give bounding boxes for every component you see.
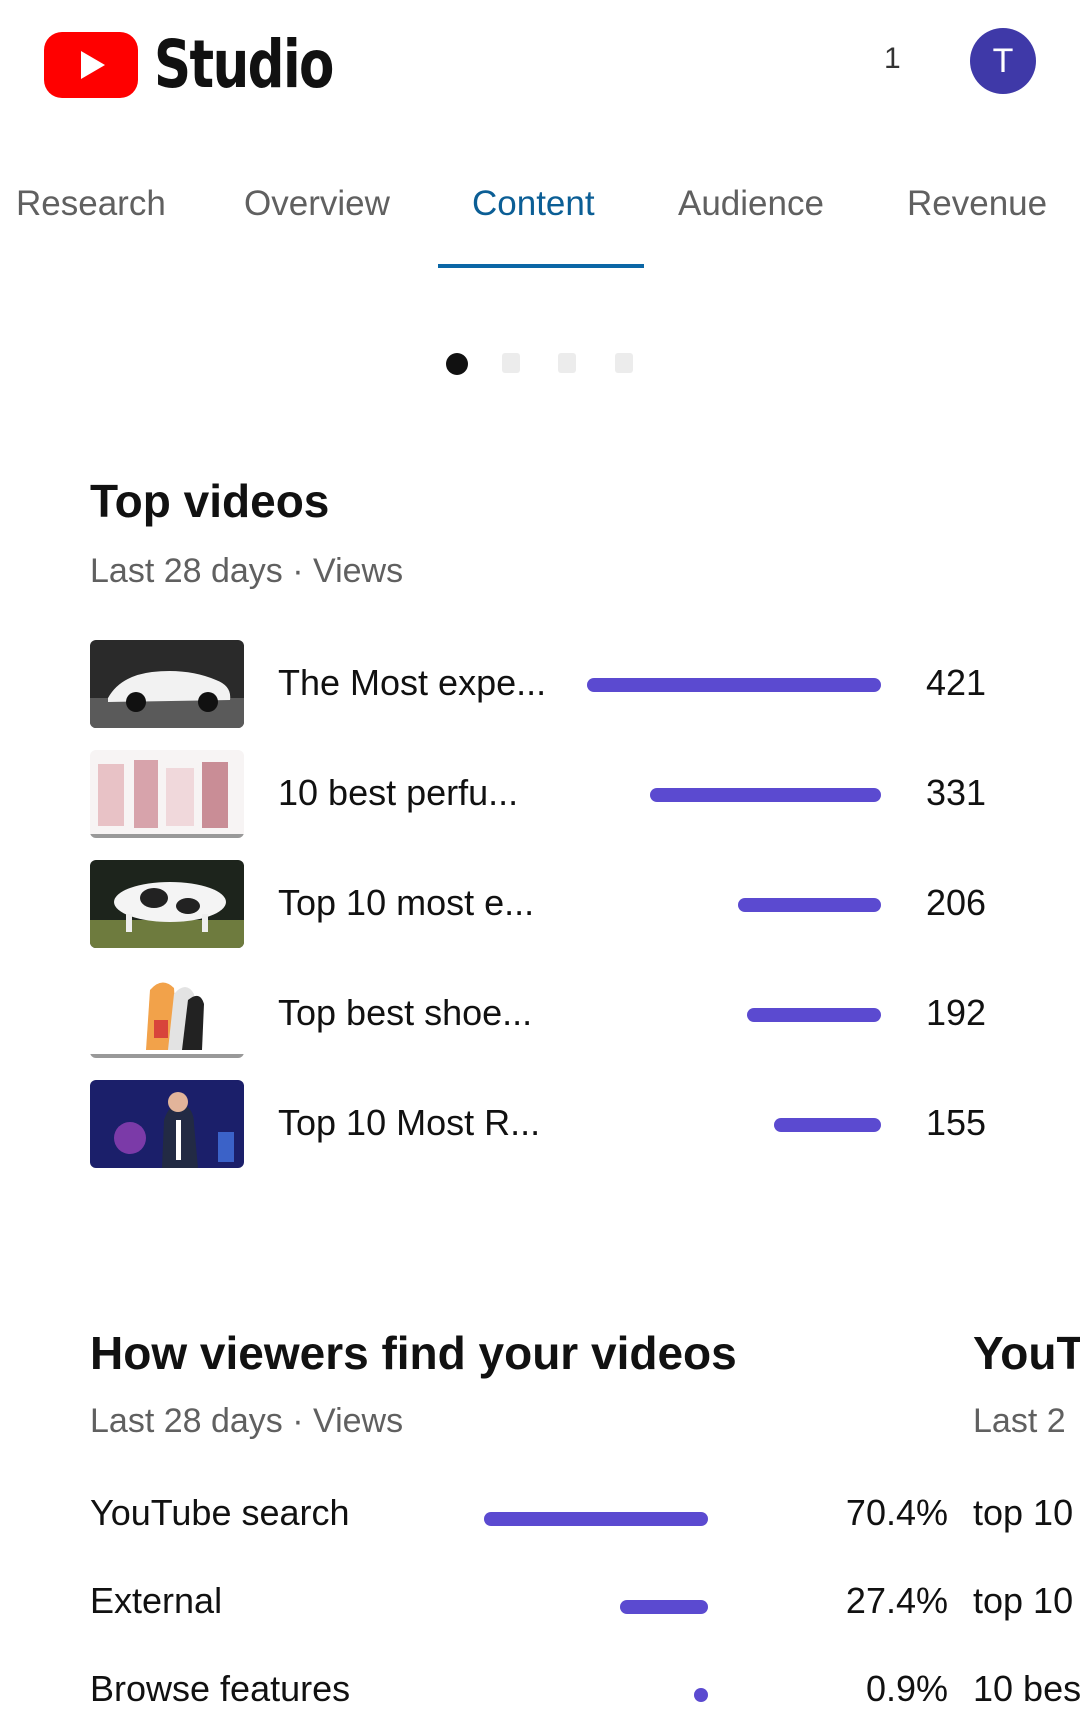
avatar-initial: T (992, 41, 1014, 80)
youtube-play-icon (44, 31, 138, 98)
video-views: 206 (926, 882, 987, 923)
video-thumbnail (90, 1080, 244, 1168)
video-title: 10 best perfu... (278, 772, 519, 813)
next-card-item: top 10 (973, 1580, 1074, 1621)
video-row[interactable]: The Most expe... 421 (90, 640, 1000, 730)
video-views: 155 (926, 1102, 987, 1143)
video-views-bar (738, 898, 881, 912)
top-videos-subtitle: Last 28 days · Views (90, 552, 404, 590)
carousel-dot-1[interactable] (446, 353, 468, 375)
tab-research[interactable]: Research (16, 184, 166, 224)
video-row[interactable]: 10 best perfu... 331 (90, 750, 1000, 840)
traffic-source-percent: 0.9% (865, 1668, 948, 1709)
youtube-studio-logo[interactable]: Studio (44, 26, 383, 103)
carousel-dot-2[interactable] (502, 353, 520, 373)
video-row[interactable]: Top 10 Most R... 155 (90, 1080, 1000, 1170)
active-tab-indicator (438, 264, 644, 268)
traffic-source-row[interactable]: External 27.4% (90, 1580, 948, 1640)
traffic-source-label: YouTube search (90, 1492, 350, 1533)
video-views-bar (650, 788, 881, 802)
carousel-dots (0, 353, 1080, 377)
video-thumbnail (90, 750, 244, 838)
traffic-source-bar (694, 1688, 708, 1702)
video-title: Top best shoe... (278, 992, 533, 1033)
avatar[interactable]: T (970, 28, 1036, 94)
tab-audience[interactable]: Audience (678, 184, 824, 224)
next-card-subtitle: Last 2 (973, 1402, 1066, 1440)
notification-count[interactable]: 1 (884, 42, 901, 76)
carousel-dot-4[interactable] (615, 353, 633, 373)
video-views: 421 (926, 662, 987, 703)
video-views-bar (587, 678, 881, 692)
tab-bar: Research Overview Content Audience Reven… (0, 180, 1080, 270)
traffic-source-row[interactable]: Browse features 0.9% (90, 1668, 948, 1728)
traffic-sources-title: How viewers find your videos (90, 1327, 737, 1379)
video-views: 192 (926, 992, 987, 1033)
tab-revenue[interactable]: Revenue (907, 184, 1047, 224)
video-views: 331 (926, 772, 987, 813)
video-thumbnail (90, 640, 244, 728)
traffic-source-bar (484, 1512, 708, 1526)
traffic-source-row[interactable]: YouTube search 70.4% (90, 1492, 948, 1552)
traffic-sources-subtitle: Last 28 days · Views (90, 1402, 404, 1440)
video-title: Top 10 Most R... (278, 1102, 541, 1143)
app-name: Studio (154, 26, 334, 103)
video-thumbnail (90, 860, 244, 948)
next-card-item: top 10 (973, 1492, 1074, 1533)
traffic-source-label: Browse features (90, 1668, 351, 1709)
carousel-dot-3[interactable] (558, 353, 576, 373)
traffic-source-percent: 27.4% (845, 1580, 948, 1621)
video-thumbnail (90, 970, 244, 1058)
tab-overview[interactable]: Overview (244, 184, 390, 224)
next-card-title: YouT (973, 1327, 1080, 1379)
traffic-source-bar (620, 1600, 708, 1614)
video-title: The Most expe... (278, 662, 547, 703)
video-row[interactable]: Top 10 most e... 206 (90, 860, 1000, 950)
video-views-bar (747, 1008, 881, 1022)
video-views-bar (774, 1118, 881, 1132)
traffic-source-percent: 70.4% (845, 1492, 948, 1533)
video-title: Top 10 most e... (278, 882, 535, 923)
next-card-item: 10 bes (973, 1668, 1080, 1709)
traffic-source-label: External (90, 1580, 223, 1621)
video-row[interactable]: Top best shoe... 192 (90, 970, 1000, 1060)
top-videos-title: Top videos (90, 475, 330, 527)
tab-content[interactable]: Content (472, 184, 595, 224)
app-header: Studio 1 T (0, 0, 1080, 120)
